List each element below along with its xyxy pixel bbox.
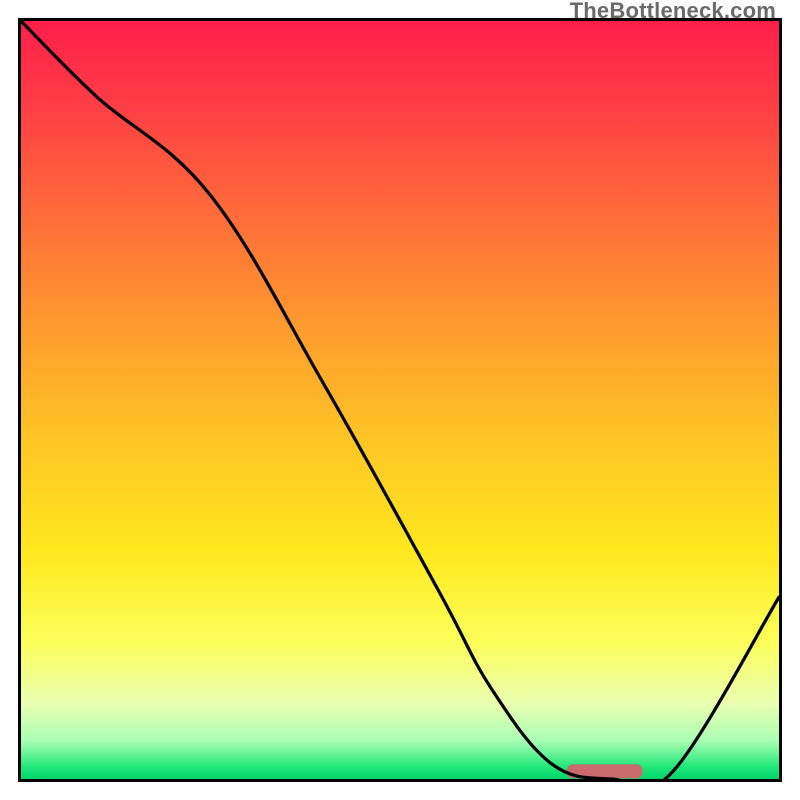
chart-svg xyxy=(21,21,779,779)
gradient-backdrop xyxy=(21,21,779,779)
chart-frame xyxy=(18,18,782,782)
